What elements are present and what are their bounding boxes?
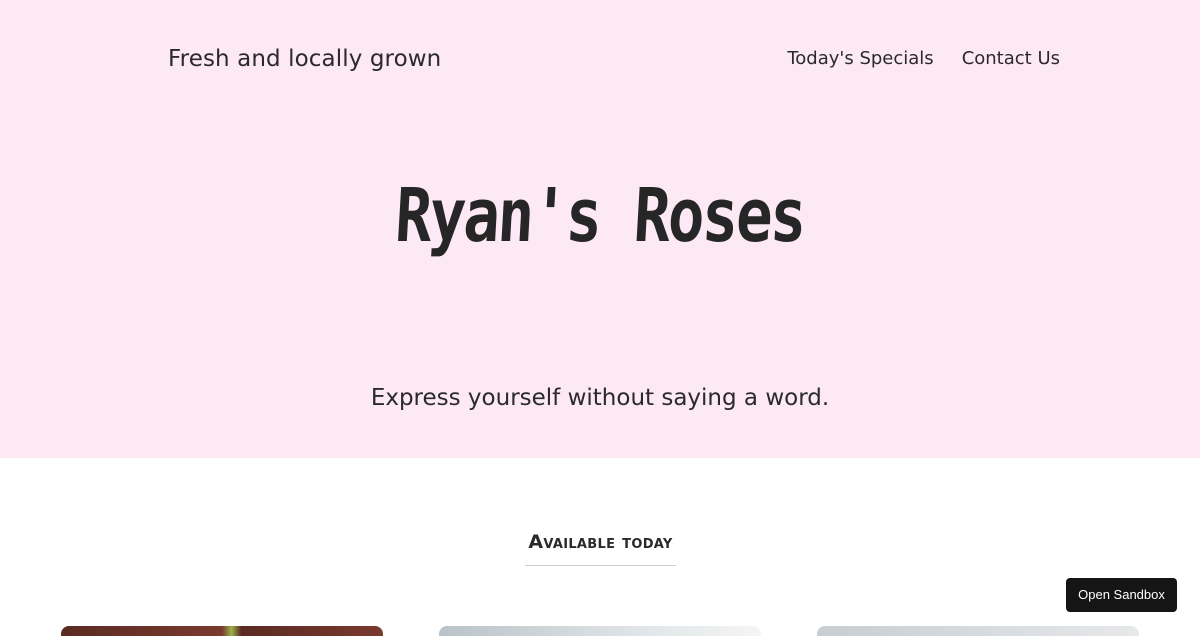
site-title: Ryan's Roses: [393, 173, 807, 259]
nav-link-todays-specials[interactable]: Today's Specials: [787, 47, 933, 71]
hero-section: Fresh and locally grown Today's Specials…: [0, 0, 1200, 458]
nav-link-contact-us[interactable]: Contact Us: [962, 47, 1060, 71]
section-title: Available today: [528, 531, 673, 553]
section-divider: [525, 565, 676, 566]
main-nav: Today's Specials Contact Us: [787, 47, 1060, 71]
site-tagline: Fresh and locally grown: [168, 46, 442, 72]
product-card-image[interactable]: [439, 626, 761, 636]
hero-subtitle: Express yourself without saying a word.: [370, 385, 830, 411]
open-sandbox-button[interactable]: Open Sandbox: [1066, 578, 1177, 612]
product-card-image[interactable]: [61, 626, 383, 636]
product-card-image[interactable]: [817, 626, 1139, 636]
